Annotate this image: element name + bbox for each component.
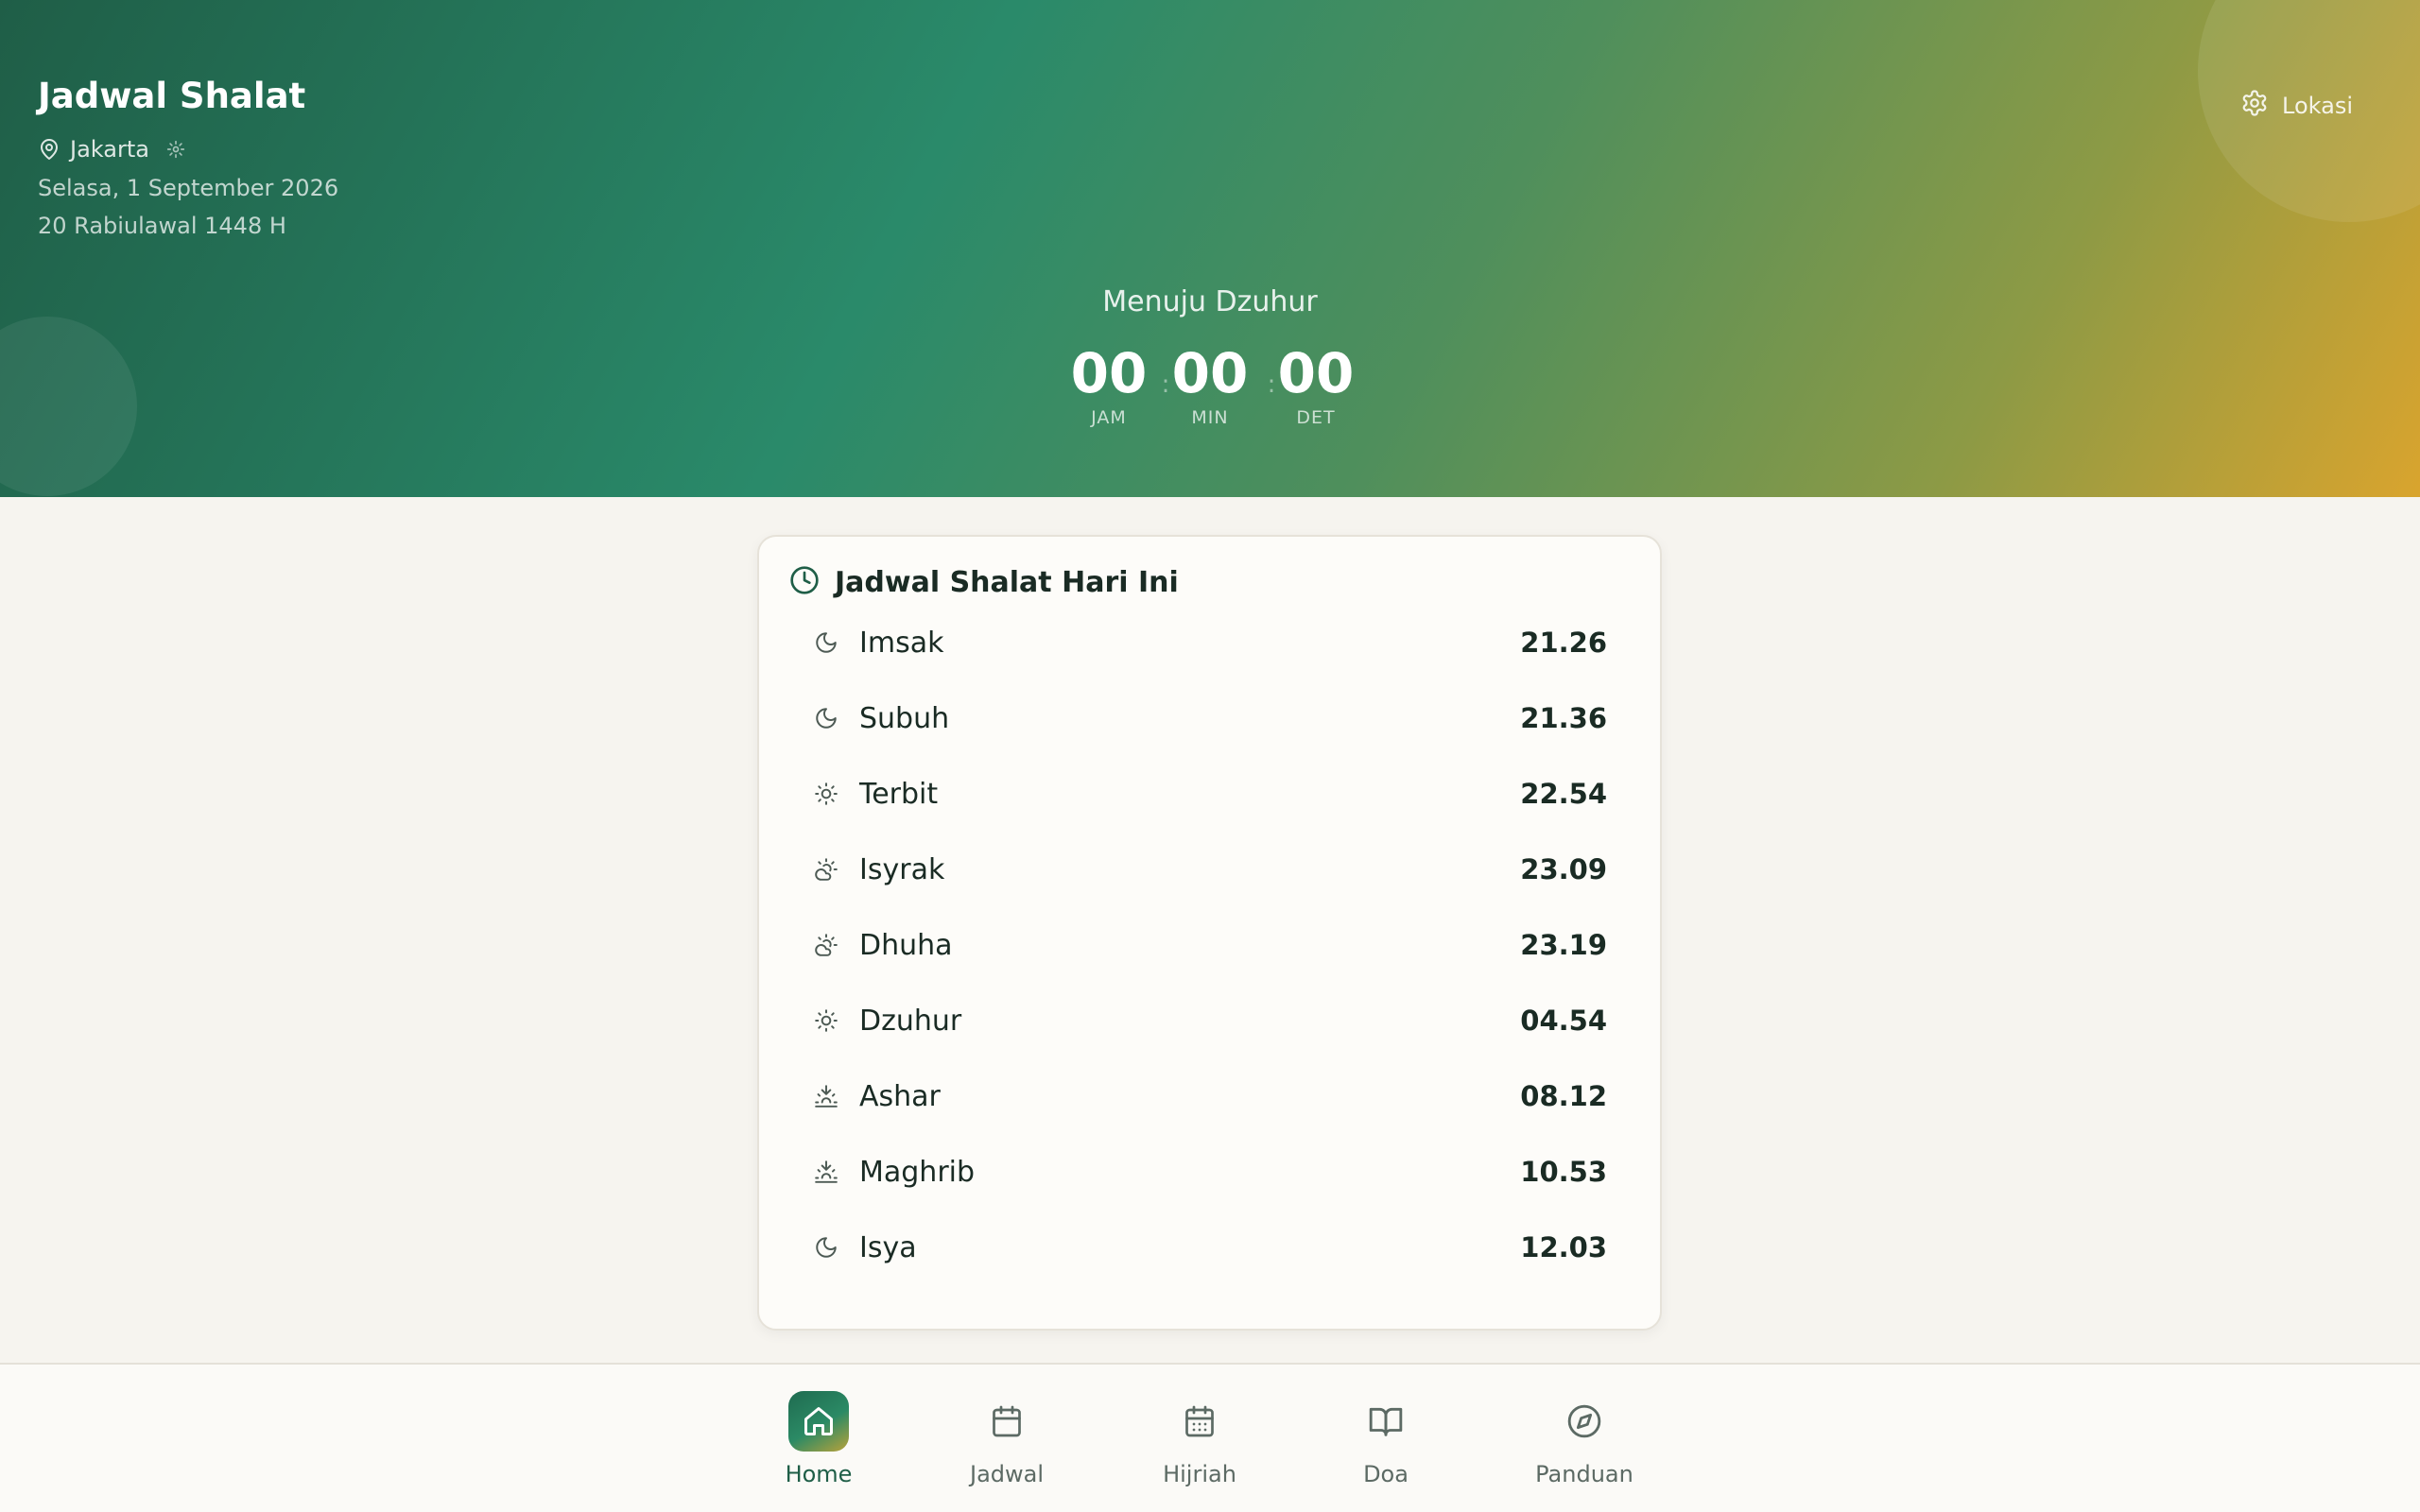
- moon-icon: [812, 704, 840, 732]
- cloud-sun-icon: [812, 931, 840, 959]
- decorative-circle: [0, 317, 137, 496]
- nav-item-panduan[interactable]: Panduan: [1509, 1391, 1660, 1487]
- gregorian-date: Selasa, 1 September 2026: [38, 175, 339, 201]
- prayer-time: 12.03: [1520, 1231, 1607, 1263]
- prayer-schedule-card: Jadwal Shalat Hari Ini Imsak 21.26 Subuh…: [757, 535, 1662, 1331]
- prayer-time: 08.12: [1520, 1080, 1607, 1112]
- prayer-name: Imsak: [859, 626, 944, 660]
- bottom-nav: Home Jadwal Hijriah Doa Panduan: [0, 1363, 2420, 1512]
- prayer-row-subuh: Subuh 21.36: [759, 680, 1660, 756]
- calendar-grid-icon: [1169, 1391, 1230, 1452]
- calendar-icon: [977, 1391, 1037, 1452]
- prayer-time: 04.54: [1520, 1005, 1607, 1037]
- countdown-hours-value: 00: [1070, 341, 1148, 405]
- location-settings-icon[interactable]: [166, 140, 185, 159]
- countdown-minutes-label: MIN: [1191, 407, 1229, 428]
- nav-label-hijriah: Hijriah: [1163, 1461, 1236, 1487]
- city-name: Jakarta: [70, 136, 149, 163]
- prayer-row-isyrak: Isyrak 23.09: [759, 832, 1660, 907]
- prayer-row-imsak: Imsak 21.26: [759, 605, 1660, 680]
- nav-item-home[interactable]: Home: [743, 1391, 894, 1487]
- compass-icon: [1554, 1391, 1615, 1452]
- prayer-time: 21.26: [1520, 627, 1607, 659]
- location-button-label: Lokasi: [2282, 93, 2353, 119]
- nav-label-doa: Doa: [1363, 1461, 1409, 1487]
- prayer-name: Maghrib: [859, 1155, 976, 1189]
- prayer-row-dzuhur: Dzuhur 04.54: [759, 983, 1660, 1058]
- prayer-name: Isya: [859, 1230, 917, 1264]
- countdown-seconds-label: DET: [1296, 407, 1336, 428]
- prayer-time: 23.09: [1520, 853, 1607, 885]
- nav-item-doa[interactable]: Doa: [1310, 1391, 1461, 1487]
- sun-icon: [812, 780, 840, 808]
- moon-icon: [812, 1233, 840, 1262]
- countdown-seconds-value: 00: [1277, 341, 1355, 405]
- moon-icon: [812, 628, 840, 657]
- prayer-time: 22.54: [1520, 778, 1607, 810]
- card-title: Jadwal Shalat Hari Ini: [835, 565, 1179, 599]
- countdown-minutes: 00 MIN: [1167, 340, 1253, 429]
- gear-icon: [2240, 89, 2269, 123]
- hijri-date: 20 Rabiulawal 1448 H: [38, 213, 286, 239]
- countdown-hours: 00 JAM: [1066, 340, 1151, 429]
- countdown-timer: 00 JAM : 00 MIN : 00 DET: [1066, 340, 1355, 435]
- nav-label-jadwal: Jadwal: [969, 1461, 1045, 1487]
- prayer-row-isya: Isya 12.03: [759, 1210, 1660, 1285]
- countdown-label: Menuju Dzuhur: [1102, 285, 1318, 318]
- hero-banner: Jadwal Shalat Jakarta Selasa, 1 Septembe…: [0, 0, 2420, 497]
- nav-item-jadwal[interactable]: Jadwal: [931, 1391, 1082, 1487]
- prayer-name: Subuh: [859, 701, 950, 735]
- prayer-name: Dhuha: [859, 928, 953, 962]
- prayer-list: Imsak 21.26 Subuh 21.36 Terbit 22.54 Isy…: [759, 605, 1660, 1285]
- home-icon: [788, 1391, 849, 1452]
- sunset-icon: [812, 1082, 840, 1110]
- prayer-time: 10.53: [1520, 1156, 1607, 1188]
- prayer-row-ashar: Ashar 08.12: [759, 1058, 1660, 1134]
- countdown-hours-label: JAM: [1091, 407, 1127, 428]
- card-header: Jadwal Shalat Hari Ini: [789, 565, 1179, 599]
- prayer-name: Isyrak: [859, 852, 945, 886]
- location-button[interactable]: Lokasi: [2240, 89, 2353, 123]
- countdown-seconds: 00 DET: [1273, 340, 1358, 429]
- nav-label-home: Home: [785, 1461, 853, 1487]
- book-icon: [1356, 1391, 1416, 1452]
- nav-label-panduan: Panduan: [1535, 1461, 1634, 1487]
- app-title: Jadwal Shalat: [38, 76, 306, 116]
- sunset-icon: [812, 1158, 840, 1186]
- prayer-time: 23.19: [1520, 929, 1607, 961]
- prayer-row-terbit: Terbit 22.54: [759, 756, 1660, 832]
- prayer-name: Dzuhur: [859, 1004, 962, 1038]
- prayer-row-maghrib: Maghrib 10.53: [759, 1134, 1660, 1210]
- prayer-name: Terbit: [859, 777, 939, 811]
- clock-icon: [789, 565, 820, 599]
- prayer-time: 21.36: [1520, 702, 1607, 734]
- prayer-row-dhuha: Dhuha 23.19: [759, 907, 1660, 983]
- map-pin-icon: [38, 138, 60, 161]
- prayer-name: Ashar: [859, 1079, 941, 1113]
- nav-item-hijriah[interactable]: Hijriah: [1124, 1391, 1275, 1487]
- sun-icon: [812, 1006, 840, 1035]
- location-row: Jakarta: [38, 136, 185, 163]
- countdown-minutes-value: 00: [1171, 341, 1249, 405]
- cloud-sun-icon: [812, 855, 840, 884]
